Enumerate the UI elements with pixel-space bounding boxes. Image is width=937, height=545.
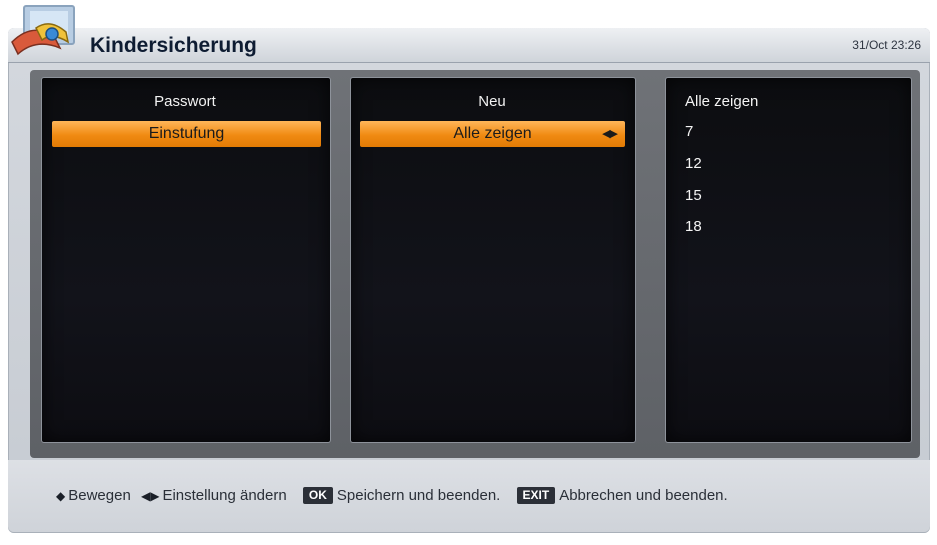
- clock: 31/Oct 23:26: [852, 38, 921, 52]
- menu-item-einstufung[interactable]: Einstufung: [52, 121, 321, 147]
- exit-key: EXIT: [516, 487, 556, 504]
- legend-change: Einstellung ändern: [162, 487, 287, 504]
- value-header: Neu: [478, 93, 506, 110]
- value-label: Alle zeigen: [453, 125, 532, 142]
- option-item[interactable]: 15: [685, 185, 702, 207]
- menu-header[interactable]: Passwort: [41, 91, 329, 113]
- ok-key: OK: [302, 487, 333, 504]
- option-item[interactable]: 18: [685, 216, 702, 238]
- up-down-arrows-icon: ◆: [56, 489, 66, 503]
- options-panel: [665, 77, 912, 443]
- legend-move: Bewegen: [68, 487, 131, 504]
- option-item[interactable]: 12: [685, 153, 702, 175]
- key-legend: ◆ Bewegen ◀▶ Einstellung ändern OK Speicher…: [56, 485, 734, 507]
- legend-ok: Speichern und beenden.: [336, 487, 501, 504]
- left-right-arrows-icon: ◀▶: [140, 489, 160, 503]
- legend-exit: Abbrechen und beenden.: [559, 487, 728, 504]
- value-selector[interactable]: Alle zeigen ◀▶: [360, 121, 625, 147]
- left-right-arrows-icon: ◀▶: [602, 128, 618, 140]
- menu-item-label: Einstufung: [148, 125, 225, 142]
- option-item[interactable]: 7: [685, 121, 693, 143]
- parental-control-icon: [11, 5, 75, 56]
- page-title: Kindersicherung: [90, 34, 257, 57]
- option-item[interactable]: Alle zeigen: [685, 91, 758, 113]
